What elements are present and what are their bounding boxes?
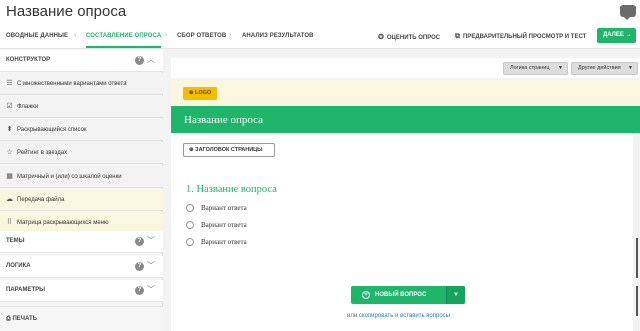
builder-sidebar: КОНСТРУКТОР ? ︿ ☰ С множественными вариан…	[0, 50, 163, 331]
survey-title-band[interactable]: Название опроса	[171, 106, 640, 133]
step-summary[interactable]: ОВОДНЫЕ ДАННЫЕ	[6, 33, 68, 39]
survey-title: Название опроса	[6, 3, 127, 20]
question-type-label: Флажки	[17, 104, 39, 110]
print-label: ПЕЧАТЬ	[12, 316, 38, 322]
page-logic-label: Логика страниц	[510, 65, 550, 71]
dropdown-icon: ⬍	[6, 126, 13, 133]
question-type-label: С множественными вариантами ответа	[17, 81, 127, 87]
other-actions-button[interactable]: Другие действия ▼	[571, 62, 638, 75]
radio-icon[interactable]	[186, 238, 194, 247]
new-question-label: НОВЫЙ ВОПРОС	[375, 292, 427, 298]
copy-paste-line: или скопировать и вставить вопросы	[347, 313, 450, 319]
scrollbar-thumb[interactable]	[636, 286, 638, 316]
question-type-item[interactable]: ☑ Флажки	[0, 96, 163, 118]
canvas-toolbar: Логика страниц ▼ Другие действия ▼	[171, 58, 640, 78]
cloud-upload-icon: ☁	[6, 196, 13, 203]
caret-down-icon: ▼	[558, 65, 563, 71]
grid-icon: ⠿	[6, 219, 13, 226]
chat-icon[interactable]	[620, 5, 636, 20]
logic-section-header[interactable]: ЛОГИКА ? ﹀	[0, 256, 163, 278]
checkbox-icon: ☑	[6, 103, 13, 110]
page-logic-button[interactable]: Логика страниц ▼	[503, 62, 568, 75]
answer-option-label: Вариант ответа	[201, 204, 247, 212]
question-type-label: Передача файла	[17, 197, 65, 203]
answer-option[interactable]: Вариант ответа	[186, 238, 247, 247]
page-header-button[interactable]: ⊕ ЗАГОЛОВОК СТРАНИЦЫ	[183, 143, 275, 157]
preview-button[interactable]: ⧉ ПРЕДВАРИТЕЛЬНЫЙ ПРОСМОТР И ТЕСТ	[455, 33, 586, 41]
rate-survey-button[interactable]: ✪ ОЦЕНИТЬ ОПРОС	[378, 33, 440, 41]
external-link-icon: ⧉	[455, 33, 460, 40]
radio-icon[interactable]	[186, 204, 194, 213]
next-button[interactable]: ДАЛЕЕ →	[597, 28, 636, 43]
question-type-item[interactable]: ☁ Передача файла	[0, 189, 163, 211]
step-arrow-icon: ›	[165, 32, 168, 39]
themes-section-header[interactable]: ТЕМЫ ? ﹀	[0, 231, 163, 253]
matrix-icon: ▦	[6, 173, 13, 180]
params-section-header[interactable]: ПАРАМЕТРЫ ? ﹀	[0, 280, 163, 302]
answer-option[interactable]: Вариант ответа	[186, 204, 247, 213]
help-icon[interactable]: ?	[135, 262, 144, 271]
list-icon: ☰	[6, 80, 13, 87]
step-arrow-icon: ›	[74, 32, 77, 39]
scrollbar-thumb[interactable]	[636, 238, 638, 278]
help-icon[interactable]: ?	[135, 237, 144, 246]
star-icon: ☆	[6, 149, 13, 156]
step-navigation: ОВОДНЫЕ ДАННЫЕ › СОСТАВЛЕНИЕ ОПРОСА › СБ…	[0, 25, 640, 49]
radio-icon[interactable]	[186, 221, 194, 230]
preview-label: ПРЕДВАРИТЕЛЬНЫЙ ПРОСМОТР И ТЕСТ	[463, 34, 587, 40]
arrow-right-icon: →	[625, 32, 632, 38]
survey-title-text: Название опроса	[184, 114, 264, 126]
survey-page: ⊕ ЗАГОЛОВОК СТРАНИЦЫ 1. Название вопроса…	[171, 133, 640, 331]
add-logo-button[interactable]: ⊕ LOGO	[183, 87, 217, 100]
question-type-item[interactable]: ⬍ Раскрывающийся список	[0, 119, 163, 141]
answer-option[interactable]: Вариант ответа	[186, 221, 247, 230]
survey-canvas: Логика страниц ▼ Другие действия ▼ ⊕ LOGO …	[171, 50, 640, 331]
step-analyze[interactable]: АНАЛИЗ РЕЗУЛЬТАТОВ	[242, 33, 314, 39]
logo-area: ⊕ LOGO	[171, 80, 640, 106]
themes-label: ТЕМЫ	[6, 238, 25, 244]
logic-label: ЛОГИКА	[6, 263, 31, 269]
next-label: ДАЛЕЕ	[603, 32, 624, 38]
step-collect[interactable]: СБОР ОТВЕТОВ	[177, 33, 226, 39]
builder-section-header[interactable]: КОНСТРУКТОР ? ︿	[0, 50, 163, 72]
caret-down-icon[interactable]: ▼	[446, 286, 465, 304]
logo-label: LOGO	[194, 90, 212, 96]
builder-label: КОНСТРУКТОР	[6, 57, 51, 63]
chevron-down-icon[interactable]: ﹀	[147, 260, 155, 271]
answer-option-label: Вариант ответа	[201, 238, 247, 246]
top-bar: Название опроса	[0, 0, 640, 25]
plus-icon: +	[362, 291, 370, 299]
question-type-label: Раскрывающийся список	[17, 127, 87, 133]
question-type-label: Рейтинг в звездах	[17, 150, 68, 156]
answer-option-label: Вариант ответа	[201, 221, 247, 229]
chevron-down-icon[interactable]: ﹀	[147, 235, 155, 246]
question-type-item[interactable]: ▦ Матричный и (или) со шкалой оценки	[0, 166, 163, 188]
new-question-button[interactable]: + НОВЫЙ ВОПРОС ▼	[351, 286, 465, 304]
step-design[interactable]: СОСТАВЛЕНИЕ ОПРОСА	[86, 33, 162, 48]
question-type-item[interactable]: ☆ Рейтинг в звездах	[0, 142, 163, 164]
copy-paste-link[interactable]: скопировать и вставить вопросы	[359, 313, 450, 319]
help-icon[interactable]: ?	[135, 286, 144, 295]
step-arrow-icon: ›	[229, 32, 232, 39]
other-actions-label: Другие действия	[578, 65, 621, 71]
params-label: ПАРАМЕТРЫ	[6, 287, 45, 293]
or-text: или	[347, 313, 358, 319]
help-icon[interactable]: ?	[135, 56, 144, 65]
question-type-label: Матрица раскрывающихся меню	[17, 220, 109, 226]
chevron-up-icon[interactable]: ︿	[147, 54, 155, 65]
print-button[interactable]: ⎙ ПЕЧАТЬ	[0, 306, 163, 331]
question-type-item[interactable]: ☰ С множественными вариантами ответа	[0, 73, 163, 95]
caret-down-icon: ▼	[628, 65, 633, 71]
question-title[interactable]: 1. Название вопроса	[186, 184, 277, 195]
rate-survey-label: ОЦЕНИТЬ ОПРОС	[386, 35, 441, 41]
page-header-label: ЗАГОЛОВОК СТРАНИЦЫ	[195, 147, 263, 153]
chevron-down-icon[interactable]: ﹀	[147, 284, 155, 295]
question-type-label: Матричный и (или) со шкалой оценки	[17, 174, 122, 180]
gauge-icon: ✪	[378, 34, 384, 41]
